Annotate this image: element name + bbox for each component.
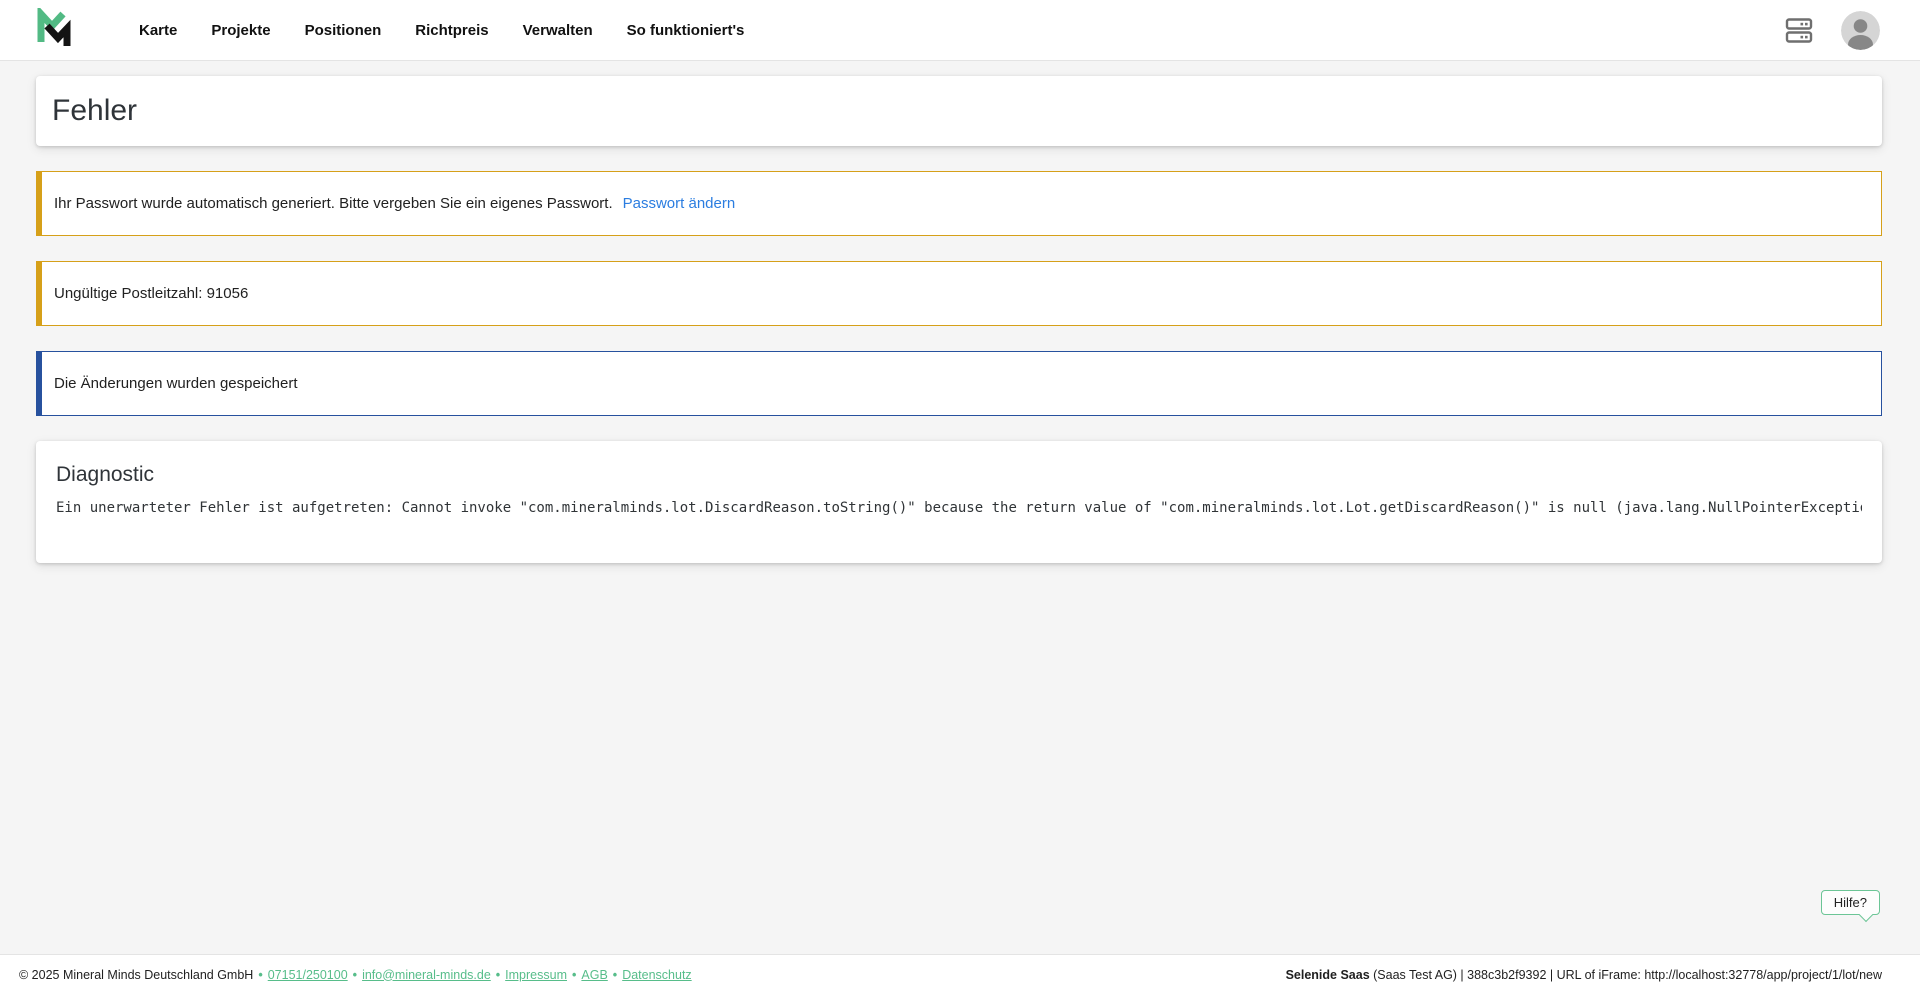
footer-session-info: Selenide Saas (Saas Test AG) | 388c3b2f9… [1286, 968, 1882, 982]
separator-dot: • [496, 968, 500, 982]
datenschutz-link[interactable]: Datenschutz [622, 968, 691, 982]
copyright-text: © 2025 Mineral Minds Deutschland GmbH [19, 968, 253, 982]
change-password-link[interactable]: Passwort ändern [623, 195, 736, 212]
separator-dot: • [572, 968, 576, 982]
tenant-name: Selenide Saas [1286, 968, 1370, 982]
footer: © 2025 Mineral Minds Deutschland GmbH • … [0, 954, 1920, 994]
mineral-minds-logo-icon [37, 8, 71, 53]
nav-item-so-funktionierts[interactable]: So funktioniert's [627, 22, 745, 39]
page-title: Fehler [52, 94, 137, 128]
separator-dot: • [258, 968, 262, 982]
diagnostic-card: Diagnostic Ein unerwarteter Fehler ist a… [36, 441, 1882, 563]
session-details: (Saas Test AG) | 388c3b2f9392 | URL of i… [1370, 968, 1882, 982]
nav-item-richtpreis[interactable]: Richtpreis [415, 22, 488, 39]
server-icon[interactable] [1785, 17, 1813, 44]
help-label: Hilfe? [1834, 895, 1867, 910]
header: Karte Projekte Positionen Richtpreis Ver… [0, 0, 1920, 61]
diagnostic-message: Ein unerwarteter Fehler ist aufgetreten:… [56, 500, 1862, 516]
main-nav: Karte Projekte Positionen Richtpreis Ver… [139, 22, 744, 39]
separator-dot: • [613, 968, 617, 982]
main-content: Fehler Ihr Passwort wurde automatisch ge… [0, 61, 1920, 563]
alert-changes-saved: Die Änderungen wurden gespeichert [36, 351, 1882, 416]
nav-item-karte[interactable]: Karte [139, 22, 177, 39]
user-avatar-icon[interactable] [1841, 11, 1880, 50]
nav-item-projekte[interactable]: Projekte [211, 22, 270, 39]
separator-dot: • [353, 968, 357, 982]
nav-item-verwalten[interactable]: Verwalten [523, 22, 593, 39]
page-title-card: Fehler [36, 76, 1882, 146]
agb-link[interactable]: AGB [581, 968, 607, 982]
footer-left: © 2025 Mineral Minds Deutschland GmbH • … [19, 968, 692, 982]
alert-text: Ihr Passwort wurde automatisch generiert… [54, 195, 613, 212]
brand-logo[interactable] [37, 8, 71, 53]
alert-password-generated: Ihr Passwort wurde automatisch generiert… [36, 171, 1882, 236]
alert-invalid-zip: Ungültige Postleitzahl: 91056 [36, 261, 1882, 326]
impressum-link[interactable]: Impressum [505, 968, 567, 982]
phone-link[interactable]: 07151/250100 [268, 968, 348, 982]
diagnostic-title: Diagnostic [56, 463, 1862, 487]
nav-item-positionen[interactable]: Positionen [305, 22, 382, 39]
help-bubble[interactable]: Hilfe? [1821, 890, 1880, 915]
alert-text: Die Änderungen wurden gespeichert [54, 375, 298, 392]
email-link[interactable]: info@mineral-minds.de [362, 968, 491, 982]
alert-text: Ungültige Postleitzahl: 91056 [54, 285, 248, 302]
